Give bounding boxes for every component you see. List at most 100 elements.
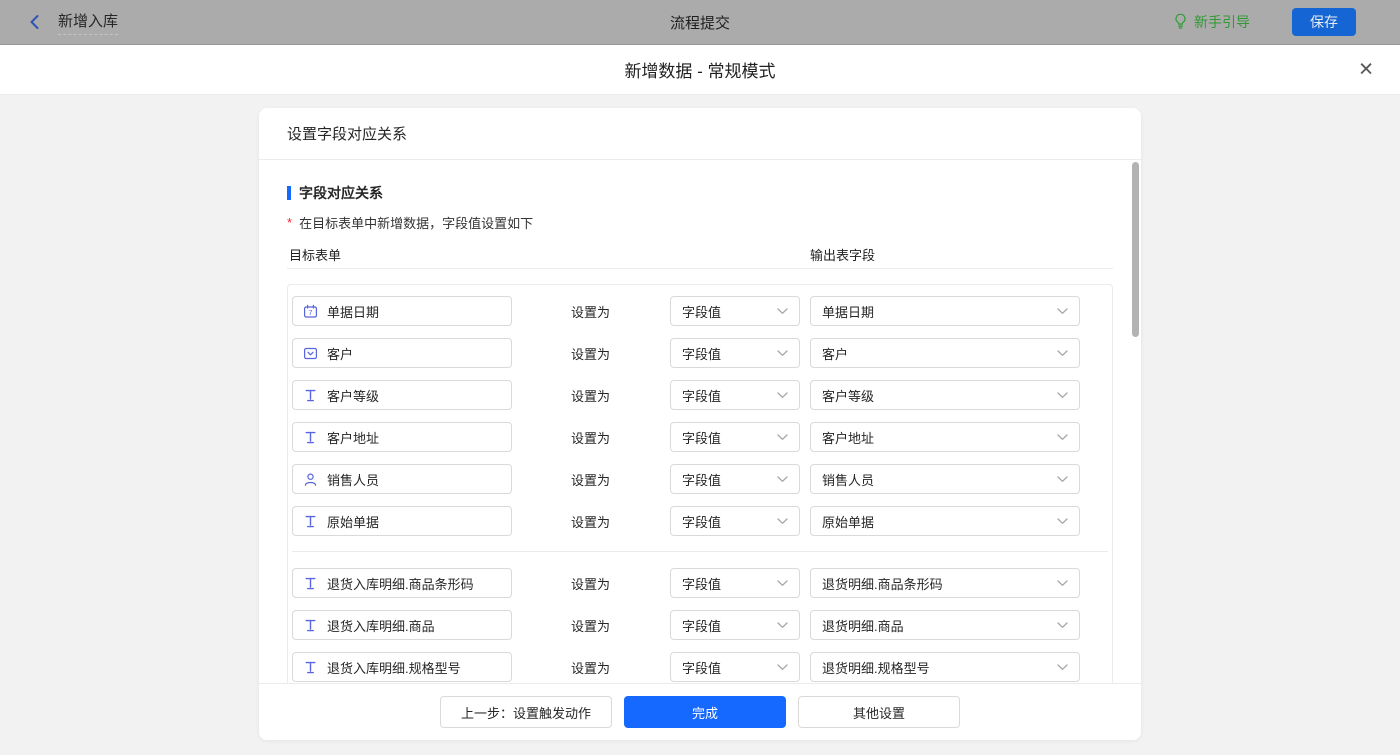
close-icon[interactable]: ✕ <box>1358 60 1374 79</box>
target-field-label: 原始单据 <box>327 512 379 531</box>
lightbulb-icon <box>1173 13 1188 32</box>
value-type-select[interactable]: 字段值 <box>670 506 800 536</box>
chevron-down-icon <box>777 518 788 525</box>
mapping-row: 原始单据 设置为 字段值 原始单据 <box>292 506 1108 536</box>
target-field-box[interactable]: 退货入库明细.商品条形码 <box>292 568 512 598</box>
value-type-select[interactable]: 字段值 <box>670 464 800 494</box>
output-field-value: 退货明细.商品 <box>822 616 904 635</box>
output-field-select[interactable]: 客户 <box>810 338 1080 368</box>
value-type-select[interactable]: 字段值 <box>670 610 800 640</box>
modal-title: 新增数据 - 常规模式 <box>624 57 775 82</box>
output-field-value: 客户 <box>822 344 848 363</box>
group-divider <box>292 551 1108 552</box>
other-settings-button[interactable]: 其他设置 <box>798 696 960 728</box>
chevron-down-icon <box>777 664 788 671</box>
done-button[interactable]: 完成 <box>624 696 786 728</box>
topbar: 新增入库 流程提交 新手引导 保存 <box>0 0 1400 45</box>
modal-header: 新增数据 - 常规模式 ✕ <box>0 45 1400 95</box>
target-field-box[interactable]: 销售人员 <box>292 464 512 494</box>
chevron-down-icon <box>1057 350 1068 357</box>
target-field-box[interactable]: 7单据日期 <box>292 296 512 326</box>
value-type-select[interactable]: 字段值 <box>670 338 800 368</box>
value-type-value: 字段值 <box>682 658 721 677</box>
scrollbar-thumb[interactable] <box>1132 162 1139 337</box>
calendar-icon: 7 <box>303 304 318 319</box>
value-type-select[interactable]: 字段值 <box>670 568 800 598</box>
value-type-select[interactable]: 字段值 <box>670 652 800 682</box>
target-field-box[interactable]: 客户 <box>292 338 512 368</box>
value-type-value: 字段值 <box>682 386 721 405</box>
chevron-down-icon <box>777 580 788 587</box>
mapping-row: 客户等级 设置为 字段值 客户等级 <box>292 380 1108 410</box>
output-field-value: 退货明细.商品条形码 <box>822 574 943 593</box>
svg-text:7: 7 <box>308 308 312 317</box>
set-as-label: 设置为 <box>571 428 611 447</box>
target-field-box[interactable]: 退货入库明细.规格型号 <box>292 652 512 682</box>
chevron-down-icon <box>777 392 788 399</box>
mapping-row: 退货入库明细.商品设置为字段值退货明细.商品 <box>292 610 1108 640</box>
output-field-select[interactable]: 退货明细.商品条形码 <box>810 568 1080 598</box>
field-mapping-card: 设置字段对应关系 字段对应关系 * 在目标表单中新增数据，字段值设置如下 目标表… <box>259 108 1141 740</box>
output-field-select[interactable]: 单据日期 <box>810 296 1080 326</box>
mapping-row: 7单据日期 设置为 字段值 单据日期 <box>292 296 1108 326</box>
header-divider <box>287 268 1113 269</box>
chevron-down-icon <box>777 434 788 441</box>
mapping-row: 销售人员设置为字段值销售人员 <box>292 464 1108 494</box>
beginner-guide-link[interactable]: 新手引导 <box>1173 12 1250 32</box>
text-icon <box>303 576 318 591</box>
chevron-down-icon <box>1057 580 1068 587</box>
set-as-label: 设置为 <box>571 512 611 531</box>
card-header: 设置字段对应关系 <box>259 108 1141 160</box>
target-field-box[interactable]: 客户等级 <box>292 380 512 410</box>
mapping-row: 退货入库明细.规格型号设置为字段值退货明细.规格型号 <box>292 652 1108 682</box>
column-headers: 目标表单 输出表字段 <box>287 245 1113 263</box>
target-field-label: 客户等级 <box>327 386 379 405</box>
mapping-row: 客户 设置为 字段值 客户 <box>292 338 1108 368</box>
set-as-label: 设置为 <box>571 386 611 405</box>
target-field-box[interactable]: 原始单据 <box>292 506 512 536</box>
value-type-value: 字段值 <box>682 616 721 635</box>
value-type-value: 字段值 <box>682 344 721 363</box>
topbar-left: 新增入库 <box>26 10 118 35</box>
section-title-label: 字段对应关系 <box>299 183 383 203</box>
chevron-down-icon <box>777 622 788 629</box>
set-as-label: 设置为 <box>571 344 611 363</box>
text-icon <box>303 660 318 675</box>
target-field-box[interactable]: 退货入库明细.商品 <box>292 610 512 640</box>
value-type-value: 字段值 <box>682 512 721 531</box>
value-type-select[interactable]: 字段值 <box>670 380 800 410</box>
value-type-select[interactable]: 字段值 <box>670 296 800 326</box>
chevron-down-icon <box>777 308 788 315</box>
text-icon <box>303 388 318 403</box>
flow-name[interactable]: 新增入库 <box>58 10 118 35</box>
column-header-target: 目标表单 <box>289 245 341 264</box>
output-field-select[interactable]: 退货明细.商品 <box>810 610 1080 640</box>
output-field-value: 客户地址 <box>822 428 874 447</box>
chevron-down-icon <box>1057 392 1068 399</box>
target-field-label: 退货入库明细.商品条形码 <box>327 574 474 593</box>
save-button[interactable]: 保存 <box>1292 8 1356 36</box>
set-as-label: 设置为 <box>571 302 611 321</box>
output-field-value: 销售人员 <box>822 470 874 489</box>
accent-bar <box>287 186 291 200</box>
output-field-select[interactable]: 客户等级 <box>810 380 1080 410</box>
output-field-select[interactable]: 客户地址 <box>810 422 1080 452</box>
chevron-down-icon <box>777 476 788 483</box>
card-content: 字段对应关系 * 在目标表单中新增数据，字段值设置如下 目标表单 输出表字段 7… <box>259 160 1141 683</box>
user-icon <box>303 472 318 487</box>
chevron-down-icon <box>1057 664 1068 671</box>
target-field-label: 退货入库明细.规格型号 <box>327 658 461 677</box>
screen: 新增入库 流程提交 新手引导 保存 新增数据 - 常规模式 ✕ 设置字段对应关系… <box>0 0 1400 755</box>
select-icon <box>303 346 318 361</box>
output-field-select[interactable]: 原始单据 <box>810 506 1080 536</box>
mapping-row: 退货入库明细.商品条形码设置为字段值退货明细.商品条形码 <box>292 568 1108 598</box>
prev-step-button[interactable]: 上一步：设置触发动作 <box>440 696 612 728</box>
target-field-box[interactable]: 客户地址 <box>292 422 512 452</box>
value-type-select[interactable]: 字段值 <box>670 422 800 452</box>
value-type-value: 字段值 <box>682 302 721 321</box>
output-field-select[interactable]: 退货明细.规格型号 <box>810 652 1080 682</box>
text-icon <box>303 618 318 633</box>
back-icon[interactable] <box>26 13 44 31</box>
output-field-select[interactable]: 销售人员 <box>810 464 1080 494</box>
chevron-down-icon <box>1057 518 1068 525</box>
